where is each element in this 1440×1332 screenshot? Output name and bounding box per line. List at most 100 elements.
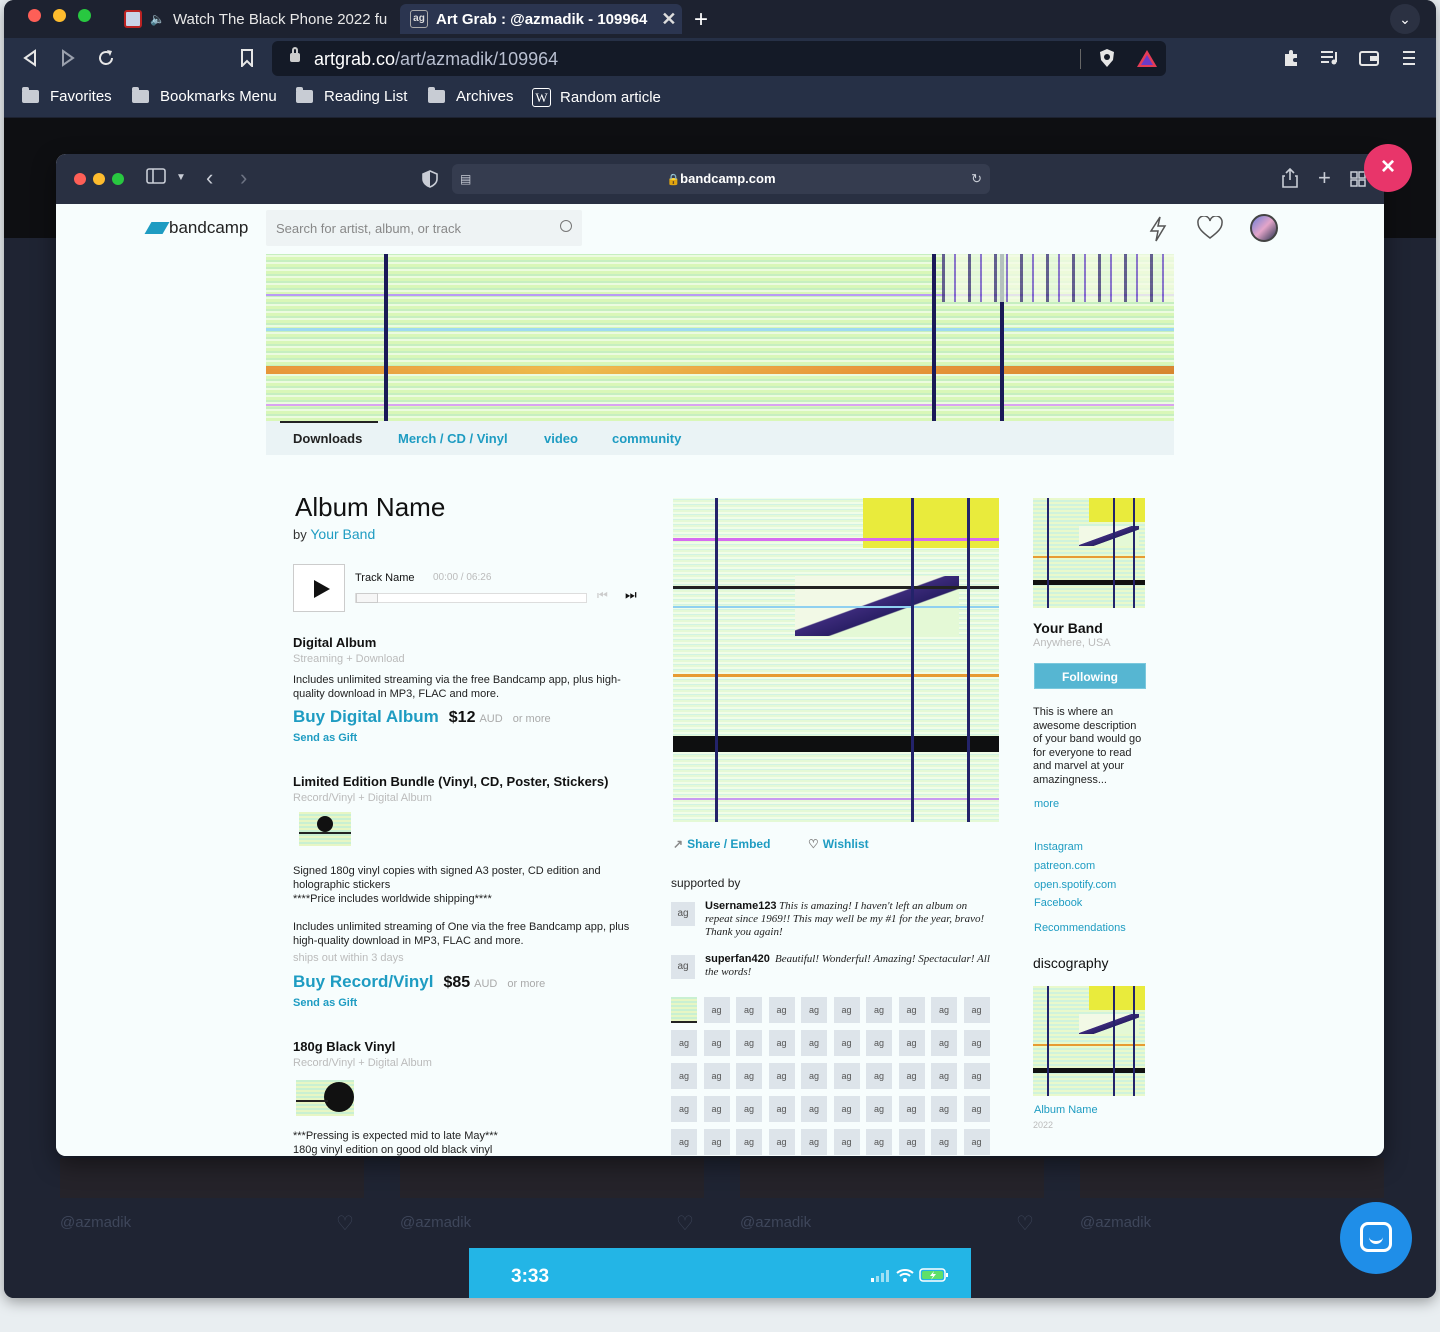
supporter-grid-avatar[interactable]: ag <box>801 1129 827 1155</box>
tab-downloads[interactable]: Downloads <box>293 431 362 446</box>
supporter-grid-avatar[interactable]: ag <box>768 1129 795 1155</box>
supporter-grid-avatar[interactable]: ag <box>801 1030 827 1056</box>
inner-address-bar[interactable]: ▤ 🔒bandcamp.com ↻ <box>452 164 990 194</box>
bookmark-reading-list[interactable]: Reading List <box>296 87 407 105</box>
forward-icon[interactable]: › <box>240 167 247 189</box>
supporter-grid-avatar[interactable]: ag <box>898 1129 925 1155</box>
supporter-grid-avatar[interactable]: ag <box>703 1063 730 1089</box>
send-as-gift-link[interactable]: Send as Gift <box>293 732 357 744</box>
supporter-grid-avatar-image[interactable] <box>671 997 697 1023</box>
bundle-thumbnail[interactable] <box>299 812 351 846</box>
play-button[interactable] <box>293 564 345 612</box>
wishlist-link[interactable]: ♡ Wishlist <box>808 837 869 851</box>
recommendations-link[interactable]: Recommendations <box>1034 922 1126 934</box>
supporter-grid-avatar[interactable]: ag <box>898 1063 925 1089</box>
heart-icon[interactable]: ♡ <box>676 1211 696 1235</box>
supporter-grid-avatar[interactable]: ag <box>866 1096 892 1122</box>
brave-rewards-icon[interactable] <box>1136 49 1158 68</box>
privacy-shield-icon[interactable] <box>422 170 438 188</box>
supporter-grid-avatar[interactable]: ag <box>833 1030 860 1056</box>
artwork-card[interactable] <box>400 1158 704 1198</box>
band-link-spotify[interactable]: open.spotify.com <box>1034 879 1116 891</box>
buy-record-vinyl-link[interactable]: Buy Record/Vinyl <box>293 972 433 992</box>
previous-track-icon[interactable]: ⏮ <box>597 588 608 603</box>
window-minimize-dot[interactable] <box>93 173 105 185</box>
following-button[interactable]: Following <box>1034 663 1146 689</box>
wallet-icon[interactable] <box>1359 50 1379 66</box>
tab-video[interactable]: video <box>544 431 578 446</box>
supporter-grid-avatar[interactable]: ag <box>866 1030 892 1056</box>
supporter-avatar[interactable]: ag <box>671 902 695 926</box>
close-overlay-button[interactable]: × <box>1364 144 1412 192</box>
progress-knob[interactable] <box>356 593 378 603</box>
new-tab-button[interactable]: + <box>694 6 708 34</box>
tab-merch[interactable]: Merch / CD / Vinyl <box>398 431 508 446</box>
band-more-link[interactable]: more <box>1034 798 1059 810</box>
playlist-icon[interactable] <box>1320 50 1340 66</box>
supporter-grid-avatar[interactable]: ag <box>703 1096 730 1122</box>
supporter-grid-avatar[interactable]: ag <box>833 1129 860 1155</box>
supporter-grid-avatar[interactable]: ag <box>768 1063 795 1089</box>
tab-community[interactable]: community <box>612 431 681 446</box>
artwork-card[interactable] <box>60 1158 364 1198</box>
chevron-down-icon[interactable]: ▼ <box>176 168 186 188</box>
window-zoom-dot[interactable] <box>78 9 91 22</box>
album-artwork[interactable] <box>673 498 999 822</box>
artwork-card[interactable] <box>1080 1158 1384 1198</box>
bookmark-archives[interactable]: Archives <box>428 87 514 105</box>
sidebar-icon[interactable] <box>146 168 166 184</box>
supporter-grid-avatar[interactable]: ag <box>671 1096 697 1122</box>
artwork-username[interactable]: @azmadik <box>60 1214 131 1231</box>
supporter-grid-avatar[interactable]: ag <box>801 997 827 1023</box>
search-input[interactable]: Search for artist, album, or track <box>266 210 582 246</box>
send-as-gift-link[interactable]: Send as Gift <box>293 997 357 1009</box>
close-tab-icon[interactable]: ✕ <box>661 9 676 30</box>
supporter-grid-avatar[interactable]: ag <box>866 1129 892 1155</box>
supporter-grid-avatar[interactable]: ag <box>703 997 730 1023</box>
chat-button[interactable] <box>1340 1202 1412 1274</box>
supporter-grid-avatar[interactable]: ag <box>833 997 860 1023</box>
supporter-grid-avatar[interactable]: ag <box>833 1096 860 1122</box>
supporter-grid-avatar[interactable]: ag <box>768 1030 795 1056</box>
supporter-avatar[interactable]: ag <box>671 955 695 979</box>
address-bar[interactable]: artgrab.co/art/azmadik/109964 <box>272 41 1166 76</box>
tab-black-phone[interactable]: 🔈 Watch The Black Phone 2022 fu <box>114 4 396 34</box>
reload-icon[interactable]: ↻ <box>971 164 982 194</box>
supporter-grid-avatar[interactable]: ag <box>963 1129 990 1155</box>
supporter-grid-avatar[interactable]: ag <box>736 1096 762 1122</box>
new-tab-icon[interactable]: + <box>1318 167 1331 189</box>
band-link-facebook[interactable]: Facebook <box>1034 897 1082 909</box>
menu-icon[interactable] <box>1402 50 1416 66</box>
supporter-grid-avatar[interactable]: ag <box>931 1129 957 1155</box>
artwork-username[interactable]: @azmadik <box>400 1214 471 1231</box>
supporter-grid-avatar[interactable]: ag <box>801 1096 827 1122</box>
share-embed-link[interactable]: ↗ Share / Embed <box>673 837 770 851</box>
user-avatar[interactable] <box>1250 214 1278 242</box>
discography-album-name[interactable]: Album Name <box>1034 1104 1098 1116</box>
extensions-icon[interactable] <box>1282 49 1300 67</box>
search-icon[interactable] <box>560 220 572 232</box>
progress-bar[interactable] <box>355 593 587 603</box>
window-zoom-dot[interactable] <box>112 173 124 185</box>
band-photo[interactable] <box>1033 498 1145 608</box>
window-close-dot[interactable] <box>28 9 41 22</box>
supporter-grid-avatar[interactable]: ag <box>963 1096 990 1122</box>
share-icon[interactable] <box>1282 168 1298 188</box>
artwork-username[interactable]: @azmadik <box>1080 1214 1151 1231</box>
supporter-grid-avatar[interactable]: ag <box>963 1030 990 1056</box>
heart-icon[interactable] <box>1197 216 1223 240</box>
url-text[interactable]: artgrab.co/art/azmadik/109964 <box>314 49 558 70</box>
bookmark-icon[interactable] <box>240 49 254 67</box>
supporter-grid-avatar[interactable]: ag <box>931 1096 957 1122</box>
window-close-dot[interactable] <box>74 173 86 185</box>
supporter-grid-avatar[interactable]: ag <box>931 997 957 1023</box>
artwork-card[interactable] <box>740 1158 1044 1198</box>
reload-icon[interactable] <box>96 48 116 68</box>
tab-art-grab[interactable]: ag Art Grab : @azmadik - 109964 ✕ <box>400 4 682 34</box>
bookmark-random-article[interactable]: W Random article <box>532 88 661 107</box>
supporter-grid-avatar[interactable]: ag <box>866 997 892 1023</box>
window-minimize-dot[interactable] <box>53 9 66 22</box>
supporter-grid-avatar[interactable]: ag <box>703 1129 730 1155</box>
brave-shield-icon[interactable] <box>1098 48 1116 68</box>
tab-audio-icon[interactable]: 🔈 <box>150 12 165 26</box>
